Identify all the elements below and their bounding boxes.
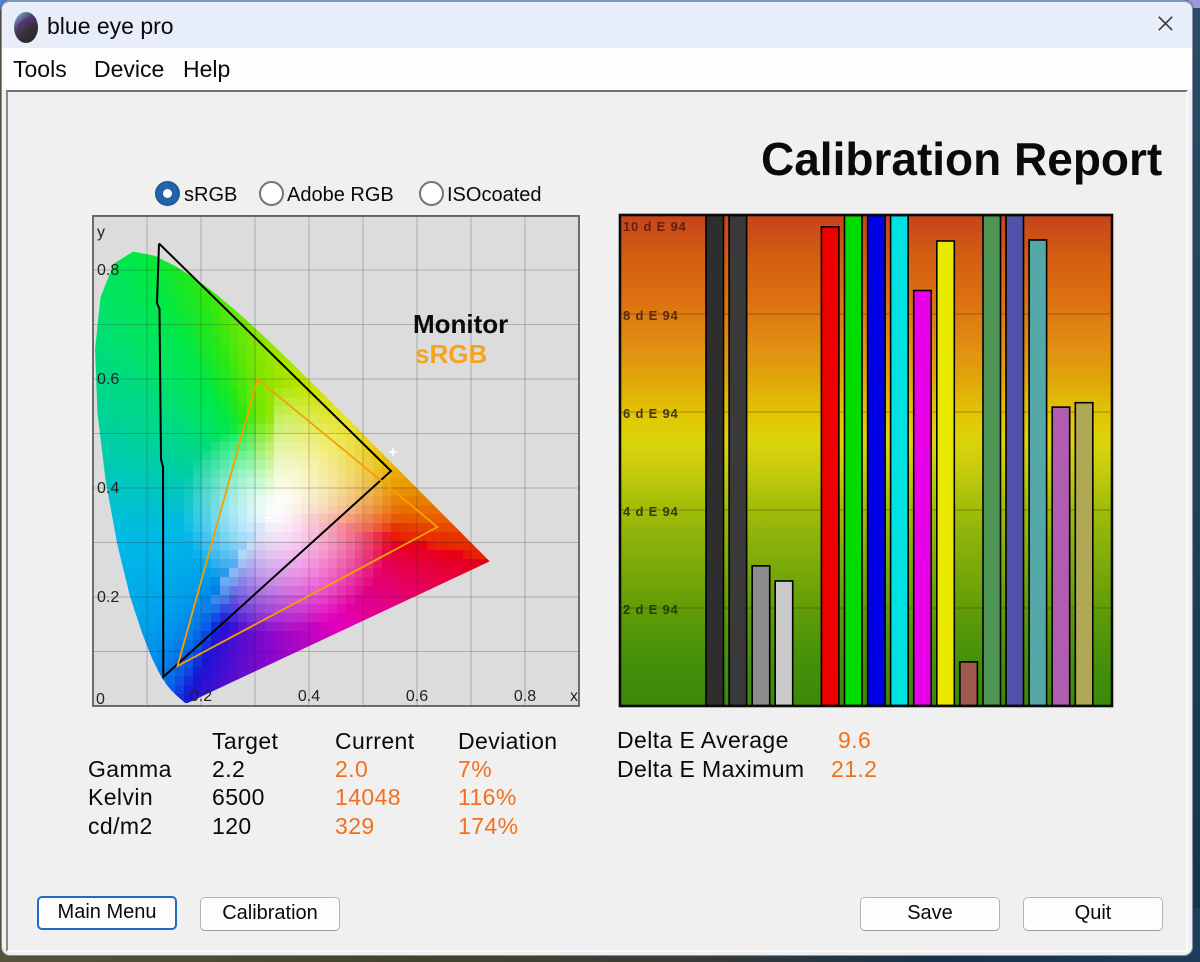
svg-text:2 d E 94: 2 d E 94 xyxy=(623,602,679,617)
svg-text:4 d E 94: 4 d E 94 xyxy=(623,504,679,519)
svg-text:10 d E 94: 10 d E 94 xyxy=(623,219,687,234)
svg-text:8 d E 94: 8 d E 94 xyxy=(623,308,679,323)
svg-text:6 d E 94: 6 d E 94 xyxy=(623,406,679,421)
